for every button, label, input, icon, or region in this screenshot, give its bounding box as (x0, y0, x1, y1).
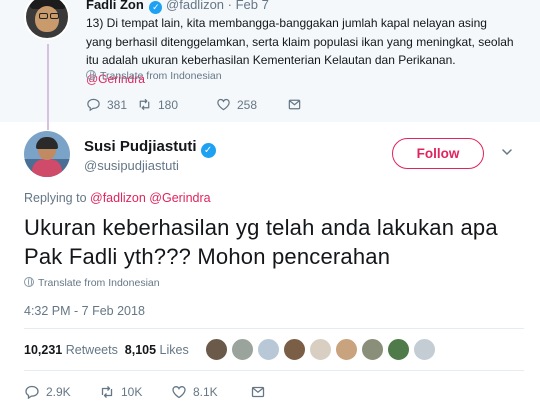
liker-avatar[interactable] (413, 338, 436, 361)
liker-avatar[interactable] (283, 338, 306, 361)
like-button[interactable]: 8.1K (171, 384, 218, 400)
replying-to-line: Replying to @fadlizon @Gerindra (24, 191, 211, 205)
heart-icon (172, 386, 186, 399)
parent-translate-link[interactable]: Translate from Indonesian (86, 70, 222, 82)
divider (24, 370, 524, 371)
parent-reply-button[interactable]: 381 (86, 97, 127, 112)
replying-user-fadlizon[interactable]: @fadlizon (90, 191, 146, 205)
liker-avatar[interactable] (309, 338, 332, 361)
liker-avatar[interactable] (205, 338, 228, 361)
parent-avatar[interactable] (24, 0, 70, 40)
parent-retweet-button[interactable]: 180 (137, 97, 178, 112)
retweet-icon (139, 98, 150, 111)
envelope-icon (251, 386, 265, 398)
tweet-timestamp[interactable]: 4:32 PM - 7 Feb 2018 (24, 304, 145, 318)
parent-retweet-count: 180 (158, 97, 179, 112)
verified-badge-icon: ✓ (200, 143, 216, 158)
globe-icon (24, 277, 34, 287)
divider (24, 328, 524, 329)
retweets-stat[interactable]: 10,231 Retweets (24, 343, 118, 357)
envelope-icon (288, 99, 301, 110)
retweet-count: 10K (121, 385, 143, 399)
reply-icon (87, 98, 100, 112)
parent-like-button[interactable]: 258 (216, 97, 257, 112)
liker-avatar[interactable] (387, 338, 410, 361)
globe-icon (86, 70, 96, 80)
parent-message-button[interactable] (287, 97, 302, 112)
likes-stat[interactable]: 8,105 Likes (125, 343, 189, 357)
liker-avatar[interactable] (335, 338, 358, 361)
translate-label: Translate from Indonesian (38, 277, 160, 289)
parent-reply-count: 381 (107, 97, 128, 112)
message-button[interactable] (250, 384, 266, 400)
replying-user-gerindra[interactable]: @Gerindra (149, 191, 210, 205)
engagement-stats: 10,231 Retweets 8,105 Likes (24, 343, 189, 357)
parent-like-count: 258 (237, 97, 258, 112)
retweets-stat-label: Retweets (65, 343, 118, 357)
author-handle[interactable]: @susipudjiastuti (84, 158, 179, 173)
author-avatar[interactable] (24, 131, 70, 177)
author-name-row[interactable]: Susi Pudjiastuti ✓ (84, 138, 216, 158)
reply-icon (25, 385, 39, 400)
liker-avatar[interactable] (361, 338, 384, 361)
author-name[interactable]: Susi Pudjiastuti (84, 138, 197, 155)
verified-badge-icon: ✓ (149, 1, 163, 14)
parent-tweet[interactable]: Fadli Zon ✓ @fadlizon · Feb 7 13) Di tem… (0, 0, 540, 130)
reply-count: 2.9K (46, 385, 71, 399)
thread-connector-line (47, 44, 49, 130)
parent-text-body: 13) Di tempat lain, kita membangga-bangg… (86, 16, 514, 67)
chevron-down-icon[interactable] (500, 145, 514, 159)
heart-icon (217, 98, 230, 111)
like-count: 8.1K (193, 385, 218, 399)
follow-button[interactable]: Follow (392, 138, 484, 169)
tweet-action-bar: 2.9K 10K 8.1K (24, 384, 274, 400)
translate-link[interactable]: Translate from Indonesian (24, 277, 160, 289)
retweets-stat-count: 10,231 (24, 343, 63, 357)
parent-date[interactable]: · Feb 7 (228, 0, 269, 12)
replying-prefix: Replying to (24, 191, 91, 205)
likes-stat-count: 8,105 (124, 343, 157, 357)
liker-avatar[interactable] (257, 338, 280, 361)
tweet-text: Ukuran keberhasilan yg telah anda lakuka… (24, 215, 498, 269)
reply-button[interactable]: 2.9K (24, 384, 71, 400)
parent-action-bar: 381 180 258 (86, 97, 326, 113)
likes-stat-label: Likes (159, 343, 189, 357)
parent-header: Fadli Zon ✓ @fadlizon · Feb 7 (86, 0, 269, 14)
parent-author-name[interactable]: Fadli Zon (86, 0, 144, 12)
retweet-button[interactable]: 10K (99, 384, 142, 400)
liker-avatar[interactable] (231, 338, 254, 361)
parent-translate-label: Translate from Indonesian (100, 70, 222, 82)
parent-author-handle[interactable]: @fadlizon (166, 0, 224, 12)
retweet-icon (101, 386, 113, 398)
